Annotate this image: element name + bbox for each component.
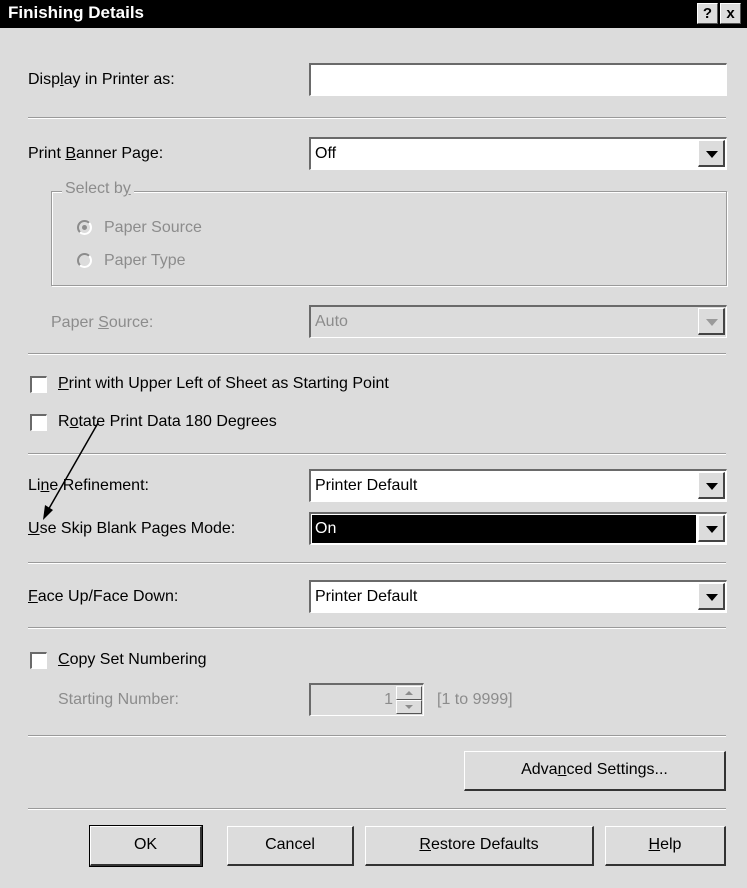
starting-number-spinner[interactable]: 1: [309, 683, 424, 716]
copy-set-checkbox[interactable]: [30, 652, 47, 669]
starting-number-range: [1 to 9999]: [437, 691, 513, 708]
spinner-arrows: [396, 686, 422, 714]
ok-button[interactable]: OK: [89, 825, 203, 867]
starting-number-value: 1: [384, 691, 393, 708]
restore-defaults-button[interactable]: Restore Defaults: [365, 826, 594, 866]
separator: [28, 808, 726, 810]
separator: [28, 735, 726, 737]
starting-number-label: Starting Number:: [58, 691, 179, 708]
separator: [28, 562, 726, 564]
copy-set-label: Copy Set Numbering: [58, 651, 207, 668]
face-up-label: Face Up/Face Down:: [28, 588, 179, 605]
advanced-settings-button[interactable]: Advanced Settings...: [464, 751, 726, 791]
spin-up-icon[interactable]: [396, 686, 422, 700]
face-up-value: Printer Default: [315, 588, 418, 605]
help-button[interactable]: Help: [605, 826, 726, 866]
chevron-down-icon[interactable]: [698, 583, 725, 610]
cancel-button[interactable]: Cancel: [227, 826, 354, 866]
face-up-select[interactable]: Printer Default: [309, 580, 727, 613]
spin-down-icon[interactable]: [396, 700, 422, 714]
separator: [28, 627, 726, 629]
